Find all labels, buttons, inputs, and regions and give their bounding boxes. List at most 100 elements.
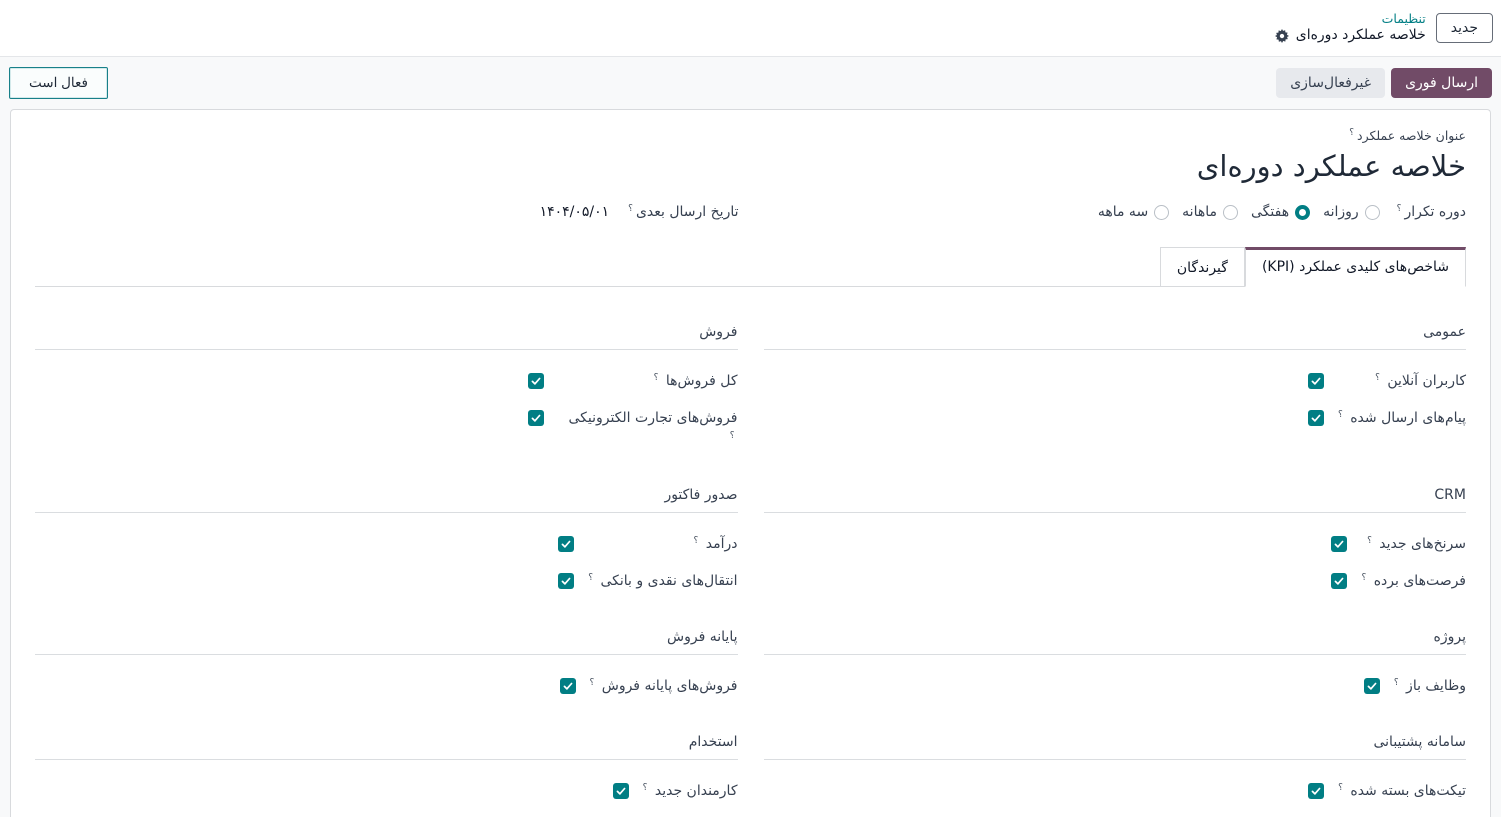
help-marker: ؟ <box>694 536 699 546</box>
kpi-item-label: فروش‌های پایانه فروش ؟ <box>590 676 738 697</box>
digest-title-value[interactable]: خلاصه عملکرد دوره‌ای <box>35 148 1466 184</box>
kpi-section: پروژه وظایف باز ؟ <box>764 629 1467 697</box>
periodicity-option-label: ماهانه <box>1182 204 1217 220</box>
kpi-section-items: کارمندان جدید ؟ <box>35 781 738 802</box>
kpi-section-title: صدور فاکتور <box>35 487 738 513</box>
kpi-item-label: کارمندان جدید ؟ <box>643 781 738 802</box>
checkbox-checked[interactable] <box>613 783 629 799</box>
breadcrumb-current: خلاصه عملکرد دوره‌ای <box>1275 27 1426 45</box>
next-send-date-value[interactable]: ۱۴۰۴/۰۵/۰۱ <box>540 204 610 220</box>
help-marker: ؟ <box>628 204 633 214</box>
tab-recipients[interactable]: گیرندگان <box>1160 247 1245 287</box>
kpi-section-title: استخدام <box>35 734 738 760</box>
kpi-section: CRM سرنخ‌های جدید ؟ فرصت‌های برده ؟ <box>764 487 1467 592</box>
periodicity-option-label: سه ماهه <box>1098 204 1148 220</box>
help-marker: ؟ <box>1349 128 1354 138</box>
kpi-item-label: وظایف باز ؟ <box>1394 676 1466 697</box>
radio-icon[interactable] <box>1223 205 1238 220</box>
deactivate-button[interactable]: غیرفعال‌سازی <box>1276 68 1385 98</box>
new-button[interactable]: جدید <box>1436 13 1493 43</box>
help-marker: ؟ <box>643 783 648 793</box>
kpi-item-label: تیکت‌های بسته شده ؟ <box>1338 781 1466 802</box>
meta-row: دوره تکرار؟ روزانههفتگیماهانهسه ماهه تار… <box>35 204 1466 220</box>
kpi-item-label: انتقال‌های نقدی و بانکی ؟ <box>588 571 737 592</box>
checkbox-checked[interactable] <box>1308 373 1324 389</box>
notebook-tabs: شاخص‌های کلیدی عملکرد (KPI)گیرندگان <box>35 247 1466 287</box>
next-send-field: تاریخ ارسال بعدی؟ ۱۴۰۴/۰۵/۰۱ <box>35 204 739 220</box>
periodicity-option-3[interactable]: سه ماهه <box>1098 204 1169 220</box>
kpi-item-label: کل فروش‌ها ؟ <box>558 371 738 392</box>
checkbox-checked[interactable] <box>528 373 544 389</box>
kpi-section-title: پروژه <box>764 629 1467 655</box>
periodicity-option-label: روزانه <box>1323 204 1359 220</box>
breadcrumb: تنظیمات خلاصه عملکرد دوره‌ای <box>1275 11 1426 44</box>
kpi-section-items: تیکت‌های بسته شده ؟ <box>764 781 1467 802</box>
periodicity-option-1[interactable]: هفتگی <box>1251 204 1310 220</box>
checkbox-checked[interactable] <box>1364 678 1380 694</box>
help-marker: ؟ <box>654 373 659 383</box>
checkbox-checked[interactable] <box>560 678 576 694</box>
radio-icon[interactable] <box>1154 205 1169 220</box>
kpi-section-title: پایانه فروش <box>35 629 738 655</box>
breadcrumb-current-label: خلاصه عملکرد دوره‌ای <box>1296 27 1426 45</box>
checkbox-checked[interactable] <box>528 410 544 426</box>
radio-selected-icon[interactable] <box>1295 205 1310 220</box>
checkbox-checked[interactable] <box>1331 536 1347 552</box>
kpi-section-items: کاربران آنلاین ؟پیام‌های ارسال شده ؟ <box>764 371 1467 429</box>
help-marker: ؟ <box>588 573 593 583</box>
kpi-item-label: فروش‌های تجارت الکترونیکی ؟ <box>558 408 738 450</box>
help-marker: ؟ <box>1338 410 1343 420</box>
help-marker: ؟ <box>1397 204 1402 214</box>
kpi-section-items: وظایف باز ؟ <box>764 676 1467 697</box>
kpi-section: عمومی کاربران آنلاین ؟پیام‌های ارسال شده … <box>764 324 1467 450</box>
digest-title-label: عنوان خلاصه عملکرد؟ <box>35 128 1466 143</box>
checkbox-checked[interactable] <box>1308 410 1324 426</box>
periodicity-label-text: دوره تکرار <box>1404 204 1466 220</box>
checkbox-checked[interactable] <box>558 536 574 552</box>
send-now-button[interactable]: ارسال فوری <box>1391 68 1492 98</box>
help-marker: ؟ <box>1375 373 1380 383</box>
kpi-section: استخدام کارمندان جدید ؟ <box>35 734 738 802</box>
form-sheet: عنوان خلاصه عملکرد؟ خلاصه عملکرد دوره‌ای… <box>10 109 1491 817</box>
periodicity-label: دوره تکرار؟ <box>1397 204 1466 220</box>
kpi-section: پایانه فروش فروش‌های پایانه فروش ؟ <box>35 629 738 697</box>
help-marker: ؟ <box>590 678 595 688</box>
help-marker: ؟ <box>730 431 735 441</box>
active-state-button[interactable]: فعال است <box>9 67 108 99</box>
radio-icon[interactable] <box>1365 205 1380 220</box>
next-send-label: تاریخ ارسال بعدی؟ <box>628 204 738 220</box>
kpi-item-label: کاربران آنلاین ؟ <box>1338 371 1466 392</box>
kpi-item-label: سرنخ‌های جدید ؟ <box>1361 534 1466 555</box>
periodicity-options: روزانه هفتگی ماهانه سه ماهه <box>1098 204 1380 220</box>
periodicity-option-2[interactable]: ماهانه <box>1182 204 1238 220</box>
kpi-section-items: کل فروش‌ها ؟ فروش‌های تجارت الکترونیکی ؟ <box>35 371 738 450</box>
digest-settings-page: { "colors": { "accent_teal": "#017e84", … <box>0 0 1501 817</box>
top-bar: جدید تنظیمات خلاصه عملکرد دوره‌ای <box>0 0 1501 57</box>
periodicity-option-0[interactable]: روزانه <box>1323 204 1380 220</box>
kpi-section-title: CRM <box>764 487 1467 513</box>
kpi-section: صدور فاکتور درآمد ؟ انتقال‌های نقدی و بانک… <box>35 487 738 592</box>
checkbox-checked[interactable] <box>1308 783 1324 799</box>
action-buttons: ارسال فوری غیرفعال‌سازی <box>1276 68 1492 98</box>
kpi-item-label: فرصت‌های برده ؟ <box>1361 571 1466 592</box>
kpi-item-label: درآمد ؟ <box>588 534 737 555</box>
help-marker: ؟ <box>1338 783 1343 793</box>
help-marker: ؟ <box>1361 573 1366 583</box>
kpi-section-title: فروش <box>35 324 738 350</box>
help-marker: ؟ <box>1367 536 1372 546</box>
periodicity-field: دوره تکرار؟ روزانه هفتگی ماهانه سه ماهه <box>763 204 1467 220</box>
tab-kpi[interactable]: شاخص‌های کلیدی عملکرد (KPI) <box>1245 247 1466 287</box>
kpi-section-items: سرنخ‌های جدید ؟ فرصت‌های برده ؟ <box>764 534 1467 592</box>
help-marker: ؟ <box>1394 678 1399 688</box>
gear-icon[interactable] <box>1275 29 1289 43</box>
kpi-section-title: سامانه پشتیبانی <box>764 734 1467 760</box>
status-bar: ارسال فوری غیرفعال‌سازی فعال است <box>0 57 1501 109</box>
kpi-grid: عمومی کاربران آنلاین ؟پیام‌های ارسال شده … <box>35 324 1466 802</box>
digest-title-label-text: عنوان خلاصه عملکرد <box>1357 128 1466 143</box>
next-send-label-text: تاریخ ارسال بعدی <box>636 204 739 220</box>
checkbox-checked[interactable] <box>558 573 574 589</box>
checkbox-checked[interactable] <box>1331 573 1347 589</box>
kpi-section-title: عمومی <box>764 324 1467 350</box>
kpi-section-items: فروش‌های پایانه فروش ؟ <box>35 676 738 697</box>
breadcrumb-settings-link[interactable]: تنظیمات <box>1275 11 1426 27</box>
